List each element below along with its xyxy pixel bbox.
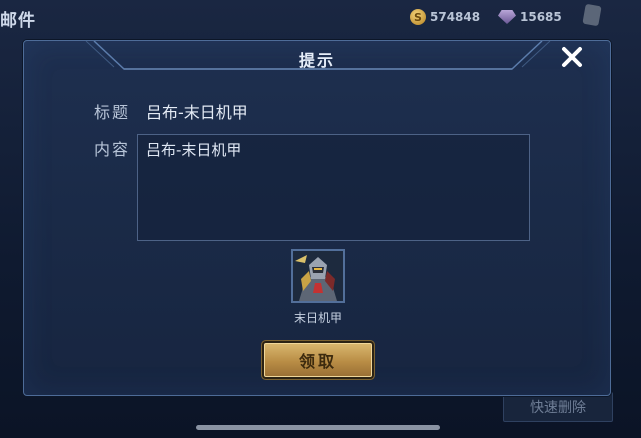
gem-amount: 15685 — [520, 10, 562, 24]
dialog-title: 提示 — [298, 51, 335, 70]
bag-icon[interactable] — [582, 3, 602, 27]
gem-counter: 15685 — [498, 8, 562, 26]
content-box: 吕布-末日机甲 — [137, 134, 530, 241]
quick-delete-button[interactable]: 快速删除 — [503, 392, 613, 422]
coin-icon: S — [410, 9, 426, 25]
content-label: 内容 — [94, 140, 131, 159]
subject-label: 标题 — [94, 103, 131, 122]
dialog-header: 提示 — [24, 41, 610, 77]
notice-dialog: 提示 标题 吕布-末日机甲 内容 吕布-末日机甲 末日机甲 领取 — [23, 40, 611, 396]
reward-item-slot[interactable] — [291, 249, 345, 303]
gem-icon — [498, 10, 516, 24]
close-icon — [562, 47, 582, 67]
reward-item-name: 末日机甲 — [293, 311, 342, 325]
gold-counter: S 574848 — [410, 8, 480, 26]
home-indicator[interactable] — [196, 425, 440, 430]
page-title: 邮件 — [0, 11, 36, 31]
close-button[interactable] — [560, 45, 590, 75]
claim-button[interactable]: 领取 — [264, 343, 372, 377]
mech-skin-icon — [293, 251, 343, 301]
subject-value: 吕布-末日机甲 — [146, 103, 248, 122]
gold-amount: 574848 — [430, 10, 481, 24]
content-text: 吕布-末日机甲 — [146, 141, 242, 159]
